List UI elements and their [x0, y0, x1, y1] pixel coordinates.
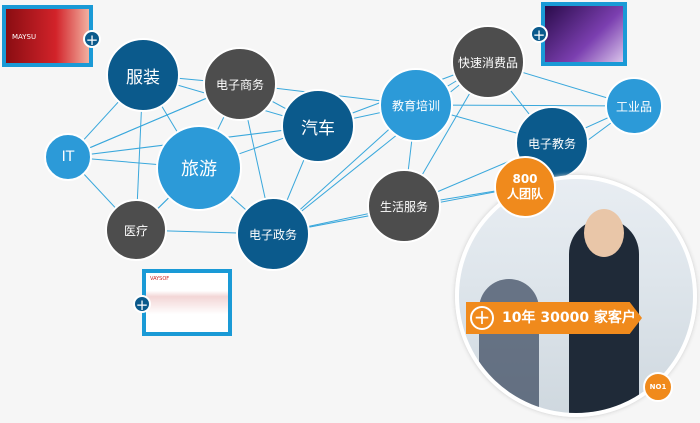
industry-label: 电子政务: [248, 227, 297, 242]
industry-node[interactable]: 电子商务: [203, 47, 277, 121]
no1-badge: NO1: [643, 372, 673, 402]
industry-label: IT: [61, 149, 75, 165]
thumbnail-brand: VAYSOF: [150, 276, 170, 282]
industry-label: 生活服务: [379, 199, 428, 214]
industry-node[interactable]: 旅游: [156, 125, 242, 211]
plus-circle-icon[interactable]: +: [470, 306, 494, 330]
plus-icon[interactable]: +: [133, 295, 151, 314]
industry-node[interactable]: 工业品: [605, 77, 663, 135]
industry-node[interactable]: 电子政务: [236, 197, 310, 271]
industry-node[interactable]: 快速消费品: [451, 25, 525, 99]
industry-node[interactable]: 服装: [106, 38, 180, 112]
background-people: [479, 279, 539, 413]
team-size-badge: 800 人团队: [494, 156, 556, 218]
industry-label: 汽车: [301, 118, 335, 139]
website-thumbnail-3[interactable]: VAYSOF: [142, 269, 232, 336]
industry-node[interactable]: 教育培训: [379, 68, 453, 142]
industry-label: 教育培训: [391, 98, 440, 113]
industry-node[interactable]: 生活服务: [367, 169, 441, 243]
thumbnail-brand: MAYSU: [12, 33, 37, 41]
industry-label: 快速消费品: [457, 55, 518, 70]
industry-label: 工业品: [615, 99, 652, 114]
person-face: [584, 209, 624, 257]
industry-node[interactable]: IT: [44, 133, 92, 181]
industry-node[interactable]: 医疗: [105, 199, 167, 261]
plus-icon[interactable]: +: [530, 25, 548, 44]
team-count: 800: [512, 172, 538, 186]
industry-label: 电子商务: [215, 77, 264, 92]
industry-label: 电子教务: [527, 136, 576, 151]
plus-icon[interactable]: +: [83, 30, 101, 49]
industry-label: 旅游: [181, 159, 217, 180]
website-thumbnail-1[interactable]: MAYSU: [2, 5, 93, 67]
team-label: 人团队: [506, 187, 543, 201]
industry-label: 医疗: [123, 223, 148, 238]
website-thumbnail-2[interactable]: [541, 2, 627, 66]
industry-node[interactable]: 汽车: [281, 89, 355, 163]
industry-label: 服装: [126, 67, 160, 88]
